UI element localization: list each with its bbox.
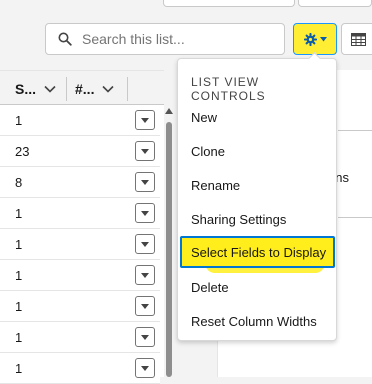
- menu-item-clone[interactable]: Clone: [191, 144, 225, 159]
- menu-item-reset-column-widths[interactable]: Reset Column Widths: [191, 314, 317, 329]
- row-action-button[interactable]: [135, 358, 155, 378]
- table-row[interactable]: 23: [0, 136, 160, 167]
- search-box[interactable]: [45, 23, 285, 55]
- chevron-down-icon: [141, 272, 149, 278]
- menu-item-rename[interactable]: Rename: [191, 178, 240, 193]
- cell-value: 23: [15, 144, 30, 159]
- menu-item-new[interactable]: New: [191, 110, 217, 125]
- chevron-down-icon: [141, 365, 149, 371]
- chevron-down-icon: [141, 179, 149, 185]
- grid-header: S... #...: [0, 70, 164, 105]
- column-header-label: #...: [75, 80, 95, 97]
- table-row[interactable]: 1: [0, 322, 160, 353]
- column-header-label: S...: [15, 80, 37, 97]
- search-icon: [58, 32, 72, 46]
- row-action-button[interactable]: [135, 110, 155, 130]
- chevron-down-icon: [141, 241, 149, 247]
- chevron-down-icon: [141, 334, 149, 340]
- chevron-down-icon: [141, 210, 149, 216]
- chevron-down-icon[interactable]: [44, 85, 56, 93]
- scrollbar-thumb[interactable]: [166, 122, 172, 377]
- table-row[interactable]: 1: [0, 291, 160, 322]
- table-row[interactable]: 1: [0, 105, 160, 136]
- chevron-down-icon: [319, 36, 327, 41]
- chevron-down-icon: [141, 303, 149, 309]
- cell-value: 8: [15, 175, 23, 190]
- menu-title: LIST VIEW CONTROLS: [191, 75, 266, 103]
- cell-value: 1: [15, 268, 23, 283]
- list-view-controls-menu: LIST VIEW CONTROLS New Clone Rename Shar…: [177, 58, 337, 341]
- cell-value: 1: [15, 113, 23, 128]
- cell-value: 1: [15, 361, 23, 376]
- row-action-button[interactable]: [135, 265, 155, 285]
- column-divider[interactable]: [66, 77, 67, 101]
- top-stub: [298, 0, 372, 7]
- menu-item-select-fields-to-display[interactable]: Select Fields to Display: [180, 236, 335, 268]
- menu-item-sharing-settings[interactable]: Sharing Settings: [191, 212, 286, 227]
- menu-item-label: Select Fields to Display: [191, 244, 327, 260]
- gear-icon: [303, 32, 317, 46]
- chevron-down-icon: [141, 117, 149, 123]
- cell-value: 1: [15, 330, 23, 345]
- row-action-button[interactable]: [135, 296, 155, 316]
- menu-item-delete[interactable]: Delete: [191, 280, 229, 295]
- cell-value: 1: [15, 206, 23, 221]
- chevron-down-icon: [141, 148, 149, 154]
- table-row[interactable]: 1: [0, 353, 160, 384]
- top-stub: [163, 0, 295, 7]
- column-header-1[interactable]: S...: [15, 71, 56, 106]
- column-divider[interactable]: [127, 77, 128, 101]
- cell-value: 1: [15, 299, 23, 314]
- row-action-button[interactable]: [135, 203, 155, 223]
- row-action-button[interactable]: [135, 327, 155, 347]
- table-row[interactable]: 1: [0, 260, 160, 291]
- display-as-button[interactable]: [341, 23, 372, 55]
- row-action-button[interactable]: [135, 234, 155, 254]
- table-icon: [351, 32, 366, 46]
- cell-value: 1: [15, 237, 23, 252]
- list-grid: S... #... 1 23 8 1 1 1 1 1 1: [0, 70, 164, 384]
- list-view-controls-button[interactable]: [293, 23, 337, 55]
- search-input[interactable]: [80, 30, 270, 48]
- scroll-up-icon[interactable]: [165, 108, 173, 114]
- table-row[interactable]: 1: [0, 229, 160, 260]
- table-row[interactable]: 8: [0, 167, 160, 198]
- row-action-button[interactable]: [135, 172, 155, 192]
- column-header-2[interactable]: #...: [75, 71, 115, 106]
- table-row[interactable]: 1: [0, 198, 160, 229]
- chevron-down-icon[interactable]: [102, 85, 115, 93]
- row-action-button[interactable]: [135, 141, 155, 161]
